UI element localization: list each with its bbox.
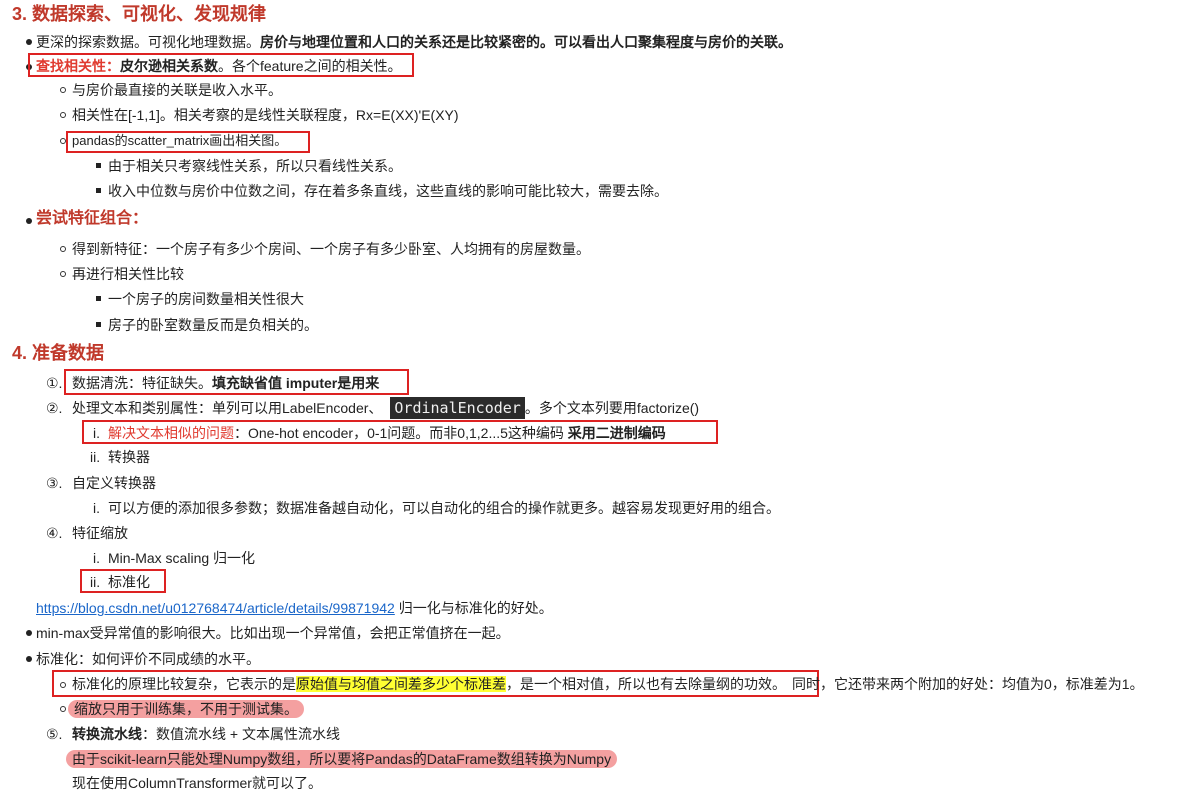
list-number: ②.	[46, 400, 63, 416]
list-item: 可以方便的添加很多参数；数据准备越自动化，可以自动化的组合的操作就更多。越容易发…	[108, 500, 780, 516]
list-item: 现在使用ColumnTransformer就可以了。	[72, 775, 322, 791]
list-item: 解决文本相似的问题：One-hot encoder，0-1问题。而非0,1,2.…	[108, 425, 666, 441]
list-item: 与房价最直接的关联是收入水平。	[72, 82, 282, 98]
list-number: i.	[93, 550, 100, 566]
list-item: 转换流水线：数值流水线 + 文本属性流水线	[72, 726, 340, 742]
list-item: min-max受异常值的影响很大。比如出现一个异常值，会把正常值挤在一起。	[36, 625, 510, 641]
list-number: ⑤.	[46, 726, 63, 742]
list-item: 房子的卧室数量反而是负相关的。	[108, 317, 318, 333]
list-item: 处理文本和类别属性：单列可以用LabelEncoder、 OrdinalEncod…	[72, 397, 700, 419]
list-item: 由于相关只考察线性关系，所以只看线性关系。	[108, 158, 402, 174]
bullet-dot	[26, 630, 32, 636]
list-number: ④.	[46, 525, 63, 541]
list-item: Min-Max scaling 归一化	[108, 550, 256, 566]
list-item: 一个房子的房间数量相关性很大	[108, 291, 304, 307]
list-number: ii.	[90, 574, 101, 590]
list-item-note: 由于scikit-learn只能处理Numpy数组，所以要将Pandas的Dat…	[66, 749, 618, 769]
bullet-square	[96, 296, 101, 301]
list-item: 收入中位数与房价中位数之间，存在着多条直线，这些直线的影响可能比较大，需要去除。	[108, 183, 668, 199]
list-item: 标准化的原理比较复杂，它表示的是原始值与均值之间差多少个标准差，是一个相对值，所…	[72, 676, 1144, 692]
list-item: 更深的探索数据。可视化地理数据。房价与地理位置和人口的关系还是比较紧密的。可以看…	[36, 34, 792, 50]
bullet-square	[96, 163, 101, 168]
bullet-square	[96, 188, 101, 193]
bullet-circle	[60, 271, 66, 277]
list-item: 数据清洗：特征缺失。填充缺省值 imputer是用来	[72, 375, 380, 391]
bullet-circle	[60, 706, 66, 712]
section-4-title: 4. 准备数据	[12, 343, 105, 363]
reference-link[interactable]: https://blog.csdn.net/u012768474/article…	[36, 600, 395, 616]
reference-line: https://blog.csdn.net/u012768474/article…	[36, 600, 553, 616]
list-item: 标准化：如何评价不同成绩的水平。	[36, 651, 260, 667]
list-item: 转换器	[108, 449, 150, 465]
list-number: i.	[93, 500, 100, 516]
list-number: ii.	[90, 449, 101, 465]
bullet-dot	[26, 218, 32, 224]
list-item: 得到新特征：一个房子有多少个房间、一个房子有多少卧室、人均拥有的房屋数量。	[72, 241, 590, 257]
bullet-square	[96, 322, 101, 327]
list-item-heading: 尝试特征组合：	[36, 210, 149, 227]
list-item: 查找相关性：皮尔逊相关系数。各个feature之间的相关性。	[36, 58, 402, 74]
bullet-dot	[26, 656, 32, 662]
bullet-circle	[60, 246, 66, 252]
list-item: 缩放只用于训练集，不用于测试集。	[68, 699, 304, 719]
bullet-circle	[60, 112, 66, 118]
list-item: 再进行相关性比较	[72, 266, 184, 282]
list-item: 自定义转换器	[72, 475, 156, 491]
list-number: i.	[93, 425, 100, 441]
section-3-title: 3. 数据探索、可视化、发现规律	[12, 4, 267, 24]
list-item: 相关性在[-1,1]。相关考察的是线性关联程度，Rx=E(XX)'E(XY)	[72, 107, 459, 123]
list-item: 标准化	[108, 574, 150, 590]
list-number: ③.	[46, 475, 63, 491]
list-number: ①.	[46, 375, 63, 391]
list-item: 特征缩放	[72, 525, 128, 541]
list-item: pandas的scatter_matrix画出相关图。	[72, 133, 288, 148]
bullet-circle	[60, 87, 66, 93]
bullet-dot	[26, 39, 32, 45]
